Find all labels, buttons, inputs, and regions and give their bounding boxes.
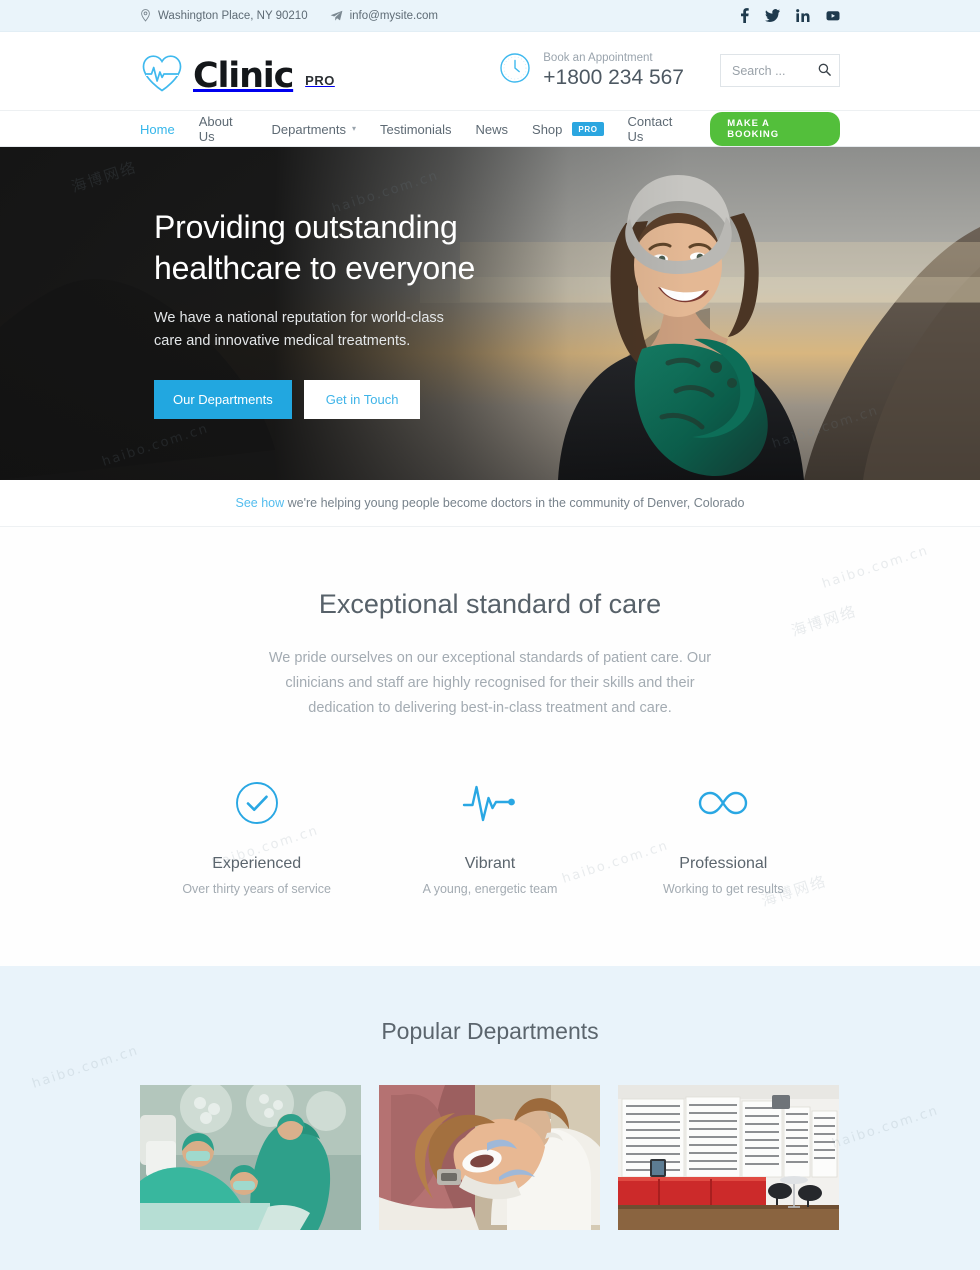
dental-department-image[interactable] bbox=[379, 1084, 600, 1230]
header-right-group: Book an Appointment +1800 234 567 bbox=[499, 52, 840, 90]
optometry-department-image[interactable] bbox=[618, 1084, 839, 1230]
feature-list: Experienced Over thirty years of service… bbox=[140, 779, 840, 896]
nav-link-home[interactable]: Home bbox=[140, 122, 175, 137]
standard-of-care-section: Exceptional standard of care We pride ou… bbox=[0, 527, 980, 966]
popular-departments-section: Popular Departments bbox=[0, 965, 980, 1270]
youtube-icon[interactable] bbox=[826, 9, 840, 22]
nav-item-shop: Shop PRO bbox=[532, 122, 604, 137]
nav-label: Testimonials bbox=[379, 121, 452, 137]
email-info[interactable]: info@mysite.com bbox=[330, 10, 438, 22]
heartbeat-pulse-icon bbox=[373, 779, 606, 827]
nav-menu: Home About Us Departments ▾ Testimonials … bbox=[140, 114, 710, 144]
nav-link-departments[interactable]: Departments ▾ bbox=[272, 122, 356, 137]
nav-label: Shop bbox=[532, 121, 563, 137]
feature-professional: Professional Working to get results bbox=[607, 779, 840, 896]
map-pin-icon bbox=[140, 9, 151, 22]
address-info: Washington Place, NY 90210 bbox=[140, 9, 308, 22]
care-heading: Exceptional standard of care bbox=[318, 589, 662, 619]
hero-subtitle: We have a national reputation for world-… bbox=[154, 307, 554, 354]
appointment-label: Book an Appointment bbox=[543, 51, 653, 64]
pro-badge: PRO bbox=[572, 122, 604, 136]
nav-label: Home bbox=[140, 121, 175, 137]
departments-heading: Popular Departments bbox=[381, 1017, 599, 1044]
nav-item-news: News bbox=[476, 122, 509, 137]
hero-banner: Providing outstanding healthcare to ever… bbox=[0, 147, 980, 480]
logo-text: Clinic bbox=[193, 55, 294, 96]
nav-link-testimonials[interactable]: Testimonials bbox=[380, 122, 452, 137]
make-a-booking-button[interactable]: MAKE A BOOKING bbox=[710, 112, 840, 146]
hero-title-line-1: Providing outstanding bbox=[154, 209, 458, 245]
nav-label: News bbox=[475, 121, 509, 137]
heartbeat-heart-icon bbox=[140, 53, 184, 93]
email-text: info@mysite.com bbox=[349, 9, 438, 22]
search-icon[interactable] bbox=[818, 63, 831, 77]
hero-subtitle-line-1: We have a national reputation for world-… bbox=[154, 309, 444, 326]
feature-vibrant: Vibrant A young, energetic team bbox=[373, 779, 606, 896]
feature-title: Professional bbox=[679, 854, 768, 872]
feature-title: Experienced bbox=[212, 854, 302, 872]
nav-link-contact[interactable]: Contact Us bbox=[628, 114, 687, 144]
logo-pro-label: PRO bbox=[305, 72, 335, 88]
nav-label: Contact Us bbox=[627, 114, 673, 144]
feature-desc: A young, energetic team bbox=[422, 881, 558, 896]
appointment-phone: +1800 234 567 bbox=[543, 66, 684, 90]
hero-subtitle-line-2: care and innovative medical treatments. bbox=[154, 333, 411, 350]
notice-text: we're helping young people become doctor… bbox=[284, 496, 745, 510]
site-logo[interactable]: Clinic PRO bbox=[140, 47, 335, 96]
search-box[interactable] bbox=[720, 54, 840, 88]
clock-icon bbox=[499, 52, 531, 89]
hero-title: Providing outstanding healthcare to ever… bbox=[154, 207, 554, 289]
nav-item-about: About Us bbox=[199, 114, 248, 144]
twitter-icon[interactable] bbox=[765, 9, 780, 22]
feature-experienced: Experienced Over thirty years of service bbox=[140, 779, 373, 896]
nav-item-home: Home bbox=[140, 122, 175, 137]
appointment-block[interactable]: Book an Appointment +1800 234 567 bbox=[499, 52, 684, 90]
chevron-down-icon: ▾ bbox=[351, 123, 356, 133]
check-circle-icon bbox=[140, 779, 373, 827]
top-contact-group: Washington Place, NY 90210 info@mysite.c… bbox=[140, 9, 438, 22]
main-navigation: Home About Us Departments ▾ Testimonials … bbox=[0, 110, 980, 147]
nav-label: Departments bbox=[271, 121, 346, 137]
feature-title: Vibrant bbox=[464, 854, 516, 872]
infinity-icon bbox=[607, 779, 840, 827]
paper-plane-icon bbox=[330, 10, 343, 22]
linkedin-icon[interactable] bbox=[796, 9, 810, 22]
nav-link-news[interactable]: News bbox=[476, 122, 509, 137]
see-how-link[interactable]: See how bbox=[236, 496, 285, 510]
feature-desc: Working to get results bbox=[662, 881, 784, 896]
site-header: Clinic PRO Book an Appointment +1800 234 bbox=[0, 32, 980, 110]
page-root: Washington Place, NY 90210 info@mysite.c… bbox=[0, 0, 980, 1270]
nav-item-contact: Contact Us bbox=[628, 114, 687, 144]
top-info-bar: Washington Place, NY 90210 info@mysite.c… bbox=[0, 0, 980, 32]
social-links bbox=[740, 8, 840, 23]
notice-strip: See how we're helping young people becom… bbox=[0, 480, 980, 527]
nav-link-about[interactable]: About Us bbox=[199, 114, 248, 144]
nav-item-departments: Departments ▾ bbox=[272, 122, 356, 137]
hero-button-group: Our Departments Get in Touch bbox=[154, 379, 554, 419]
search-input[interactable] bbox=[730, 62, 830, 79]
surgery-department-image[interactable] bbox=[140, 1084, 361, 1230]
departments-grid bbox=[140, 1084, 840, 1230]
get-in-touch-button[interactable]: Get in Touch bbox=[303, 379, 421, 419]
nav-link-shop[interactable]: Shop PRO bbox=[532, 122, 604, 137]
our-departments-button[interactable]: Our Departments bbox=[154, 379, 292, 419]
hero-title-line-2: healthcare to everyone bbox=[154, 249, 476, 286]
nav-label: About Us bbox=[198, 114, 233, 144]
feature-desc: Over thirty years of service bbox=[182, 881, 331, 896]
care-paragraph: We pride ourselves on our exceptional st… bbox=[268, 650, 712, 716]
address-text: Washington Place, NY 90210 bbox=[158, 9, 308, 22]
nav-item-testimonials: Testimonials bbox=[380, 122, 452, 137]
facebook-icon[interactable] bbox=[740, 8, 749, 23]
